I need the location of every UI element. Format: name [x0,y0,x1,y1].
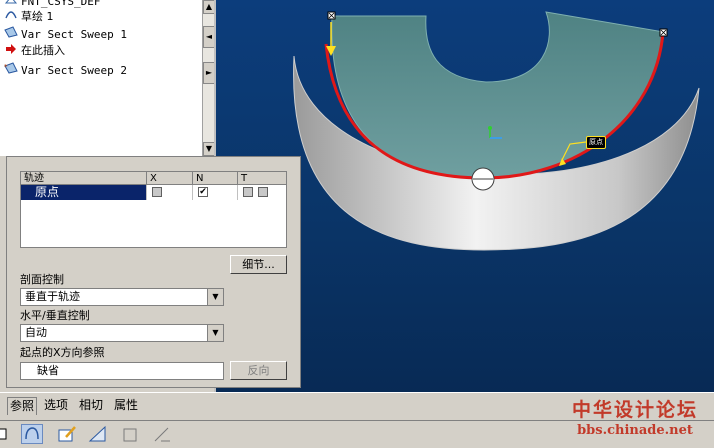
col-header-n: N [193,172,238,185]
section-control-label: 剖面控制 [20,273,64,286]
n-checkbox-checked[interactable]: ✔ [198,187,208,197]
tree-item-label: FNT_CSYS_DEF [21,0,101,8]
tree-item-label: 草绘 1 [21,10,54,23]
flip-button[interactable]: 反向 [230,361,287,380]
section-control-dropdown[interactable]: 垂直于轨迹 ▼ [20,288,224,306]
table-row[interactable]: 原点 ✔ [21,185,286,200]
x-checkbox[interactable] [152,187,162,197]
tree-item-var-sect-sweep-1[interactable]: Var Sect Sweep 1 [4,26,127,42]
x-reference-field[interactable]: 缺省 [20,362,224,380]
tab-options[interactable]: 选项 [42,397,70,414]
sweep-feature-active-icon: * [4,62,18,79]
watermark-title: 中华设计论坛 [571,399,698,421]
hv-control-dropdown[interactable]: 自动 ▼ [20,324,224,342]
tab-references[interactable]: 参照 [7,397,38,415]
col-header-t: T [238,172,286,185]
references-panel: 轨迹 X N T 原点 ✔ 细节... 剖面控制 垂直于轨迹 ▼ 水平/垂直控制… [6,156,301,388]
tab-tangency[interactable]: 相切 [77,397,105,414]
chevron-down-icon[interactable]: ▼ [207,289,223,305]
x-reference-label: 起点的X方向参照 [20,346,105,359]
tree-item-var-sect-sweep-2[interactable]: * Var Sect Sweep 2 [4,62,127,78]
section-control-value: 垂直于轨迹 [25,290,80,303]
details-button[interactable]: 细节... [230,255,287,274]
tree-item-sketch-1[interactable]: 草绘 1 [4,8,54,24]
insert-here-arrow-icon [4,43,18,59]
sketch-icon [4,8,18,25]
model-tree: FNT_CSYS_DEF 草绘 1 Var Sect Sweep 1 在此插入 … [0,0,202,156]
svg-text:*: * [4,63,8,71]
tree-item-label: 在此插入 [21,44,65,57]
t-checkbox-1[interactable] [243,187,253,197]
tab-properties[interactable]: 属性 [112,397,140,414]
trim-icon[interactable] [152,424,174,444]
tree-item-label: Var Sect Sweep 2 [21,64,127,77]
chevron-down-icon[interactable]: ▼ [207,325,223,341]
tree-item-label: Var Sect Sweep 1 [21,28,127,41]
hv-control-label: 水平/垂直控制 [20,309,90,322]
trajectory-table: 轨迹 X N T 原点 ✔ [20,171,287,248]
origin-tag: 原点 [586,136,606,149]
solid-icon[interactable] [0,424,10,444]
sketch-edit-icon[interactable] [56,424,78,444]
sweep-feature-icon [4,26,18,43]
watermark-url: bbs.chinade.net [577,423,693,438]
t-checkbox-2[interactable] [258,187,268,197]
col-header-x: X [147,172,193,185]
col-header-trajectory: 轨迹 [21,172,147,185]
surface-icon[interactable] [21,424,43,444]
tree-item-insert-here[interactable]: 在此插入 [4,43,65,59]
hv-control-value: 自动 [25,326,47,339]
forum-watermark: 中华设计论坛 bbs.chinade.net [560,396,710,444]
thicken-icon[interactable] [87,424,109,444]
trajectory-cell[interactable]: 原点 [21,185,147,200]
remove-material-icon[interactable] [120,424,142,444]
